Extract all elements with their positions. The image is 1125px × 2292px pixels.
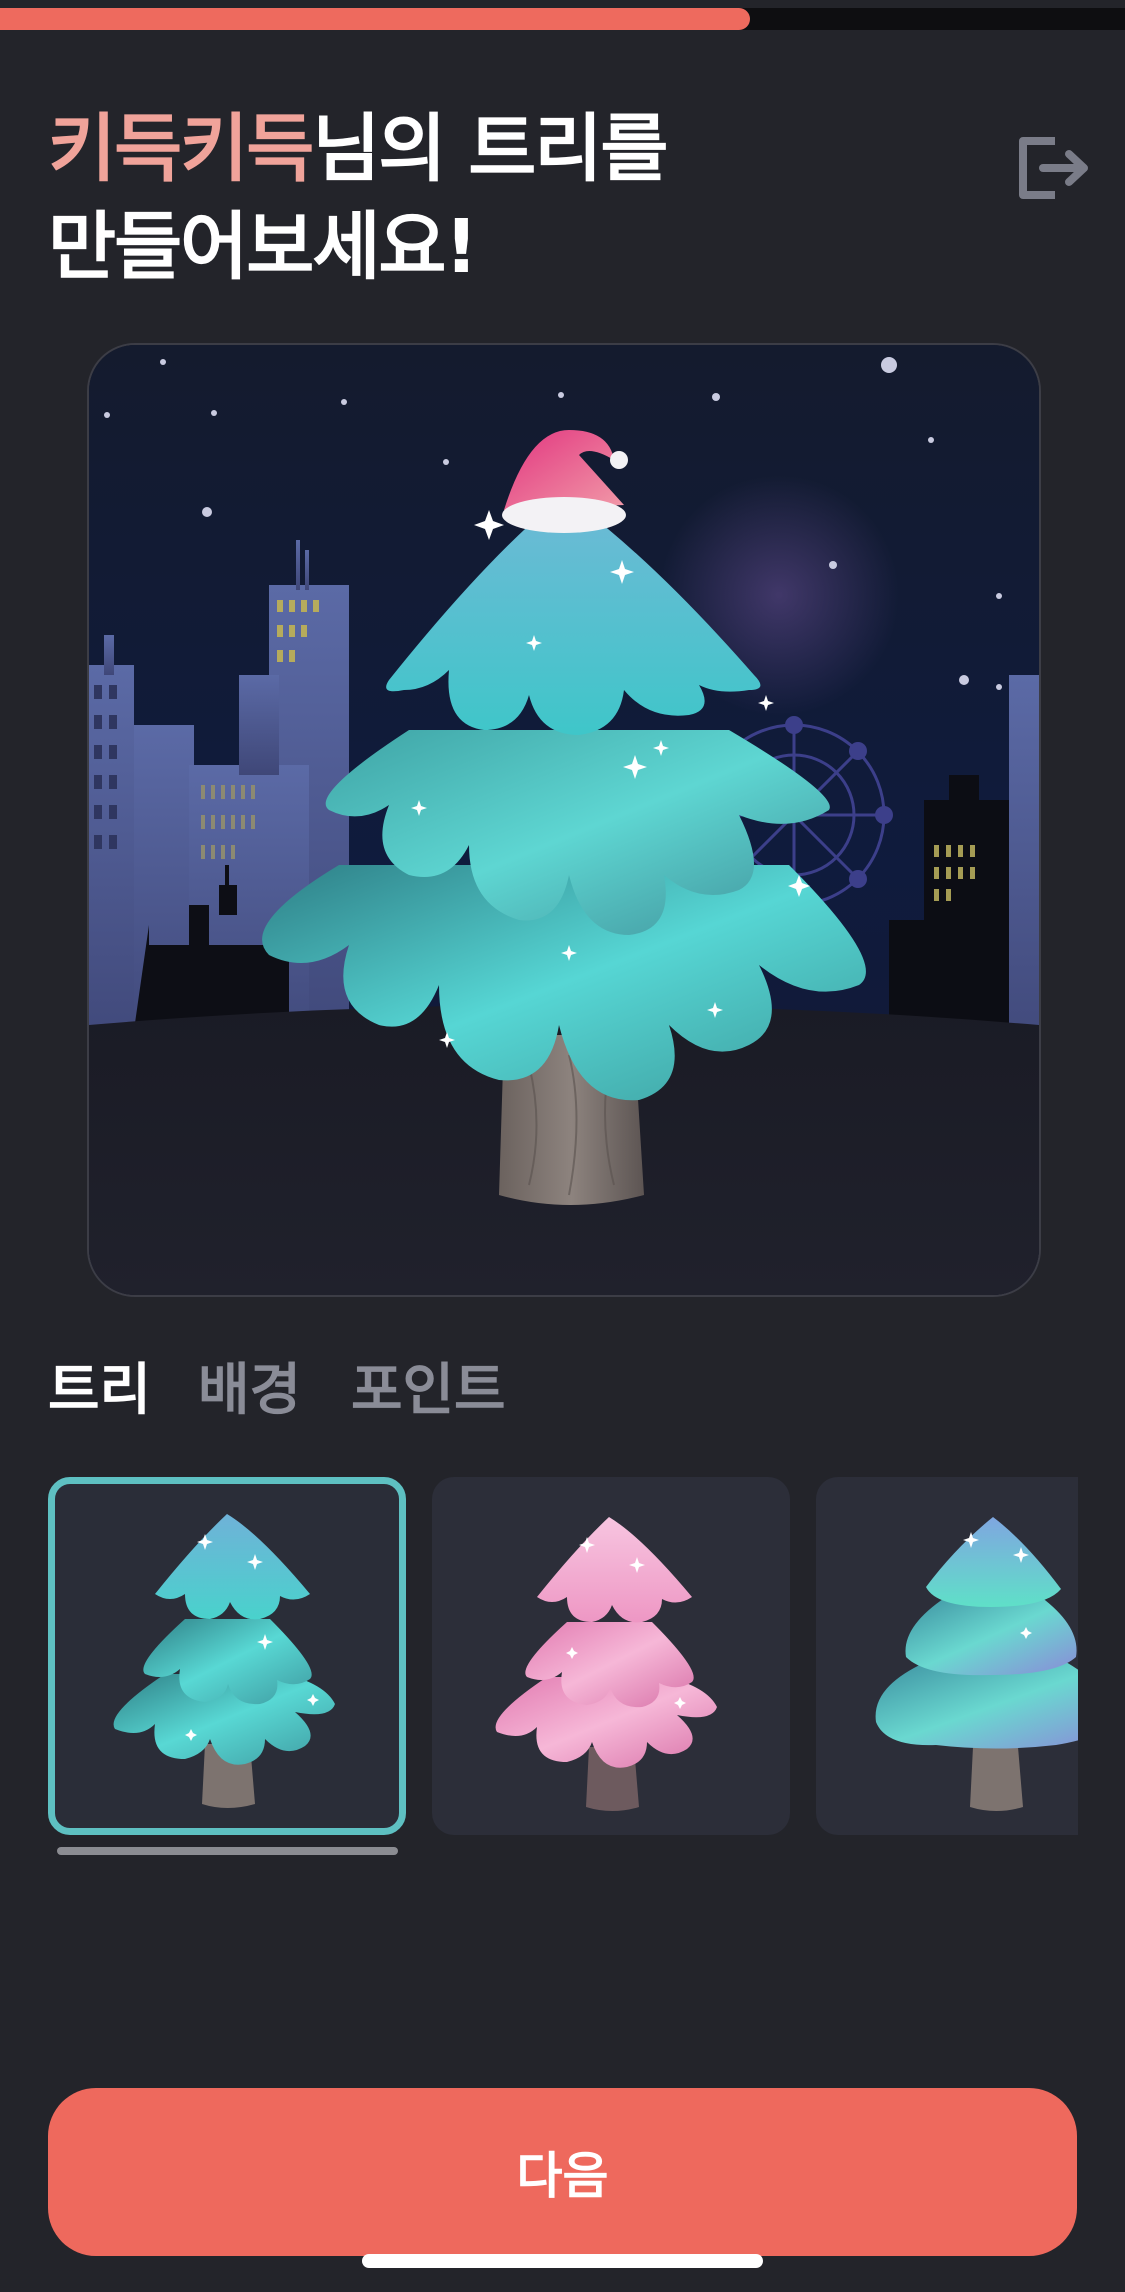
title-line2: 만들어보세요! bbox=[48, 204, 478, 290]
tab-background[interactable]: 배경 bbox=[198, 1345, 301, 1426]
aqua-tree-image bbox=[113, 1514, 335, 1808]
title-nickname: 키득키득 bbox=[48, 106, 314, 192]
aurora-tree-image bbox=[875, 1517, 1078, 1811]
preview-scene bbox=[89, 345, 1039, 1295]
page-title: 키득키득님의 트리를만들어보세요! bbox=[48, 100, 669, 296]
pink-tree-image bbox=[495, 1517, 717, 1811]
tree-preview bbox=[87, 343, 1041, 1297]
progress-bar bbox=[0, 8, 1125, 30]
exit-button[interactable] bbox=[1015, 135, 1095, 205]
option-aurora-tree[interactable] bbox=[816, 1477, 1078, 1835]
options-scroll-indicator bbox=[57, 1847, 398, 1855]
tree-options bbox=[48, 1475, 1078, 1837]
title-line1-rest: 님의 트리를 bbox=[312, 106, 668, 192]
tab-tree[interactable]: 트리 bbox=[48, 1345, 151, 1426]
next-button[interactable]: 다음 bbox=[48, 2088, 1077, 2256]
progress-fill bbox=[0, 8, 751, 30]
tab-ornament[interactable]: 포인트 bbox=[351, 1345, 506, 1426]
exit-icon bbox=[1019, 137, 1088, 199]
home-indicator[interactable] bbox=[362, 2254, 763, 2268]
option-aqua-tree[interactable] bbox=[48, 1477, 406, 1835]
option-pink-tree[interactable] bbox=[432, 1477, 790, 1835]
